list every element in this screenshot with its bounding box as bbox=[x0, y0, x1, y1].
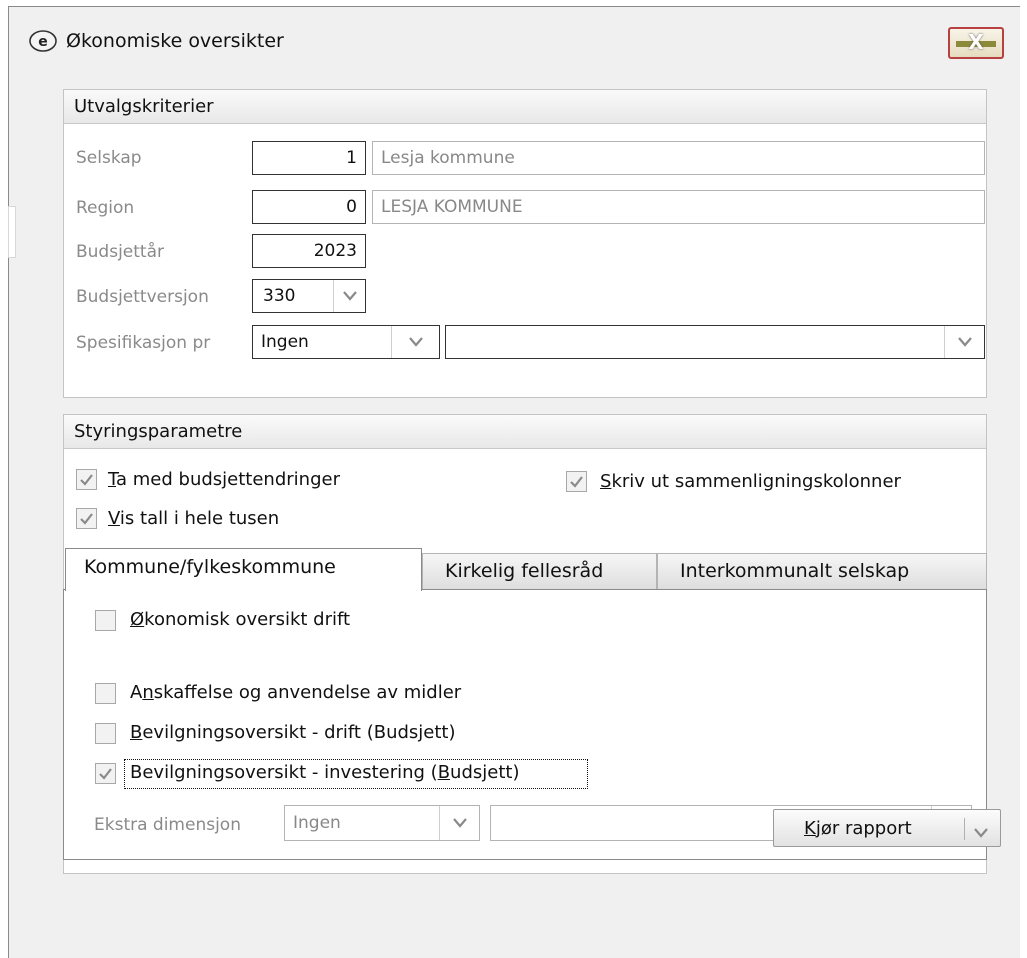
budget-version-value: 330 bbox=[263, 286, 296, 306]
selection-criteria-header: Utvalgskriterier bbox=[64, 90, 986, 124]
option-checkbox-bevilgning-drift[interactable] bbox=[95, 723, 116, 744]
run-report-label: Kjør rapport bbox=[804, 818, 912, 839]
checkmark-icon bbox=[570, 476, 583, 488]
close-button[interactable]: X bbox=[948, 27, 1004, 59]
print-comparison-columns-checkbox[interactable] bbox=[566, 471, 587, 492]
checkmark-icon bbox=[80, 474, 93, 486]
control-parameters-title: Styringsparametre bbox=[74, 421, 243, 442]
specification-value: Ingen bbox=[261, 332, 309, 352]
close-icon: X bbox=[968, 30, 984, 54]
include-budget-changes-label: Ta med budsjettendringer bbox=[108, 469, 340, 490]
budget-year-label: Budsjettår bbox=[76, 242, 165, 262]
chevron-down-icon[interactable] bbox=[944, 326, 984, 358]
tab-interkommunalt[interactable]: Interkommunalt selskap bbox=[657, 553, 987, 589]
budget-version-combo[interactable]: 330 bbox=[252, 279, 366, 313]
chevron-down-icon[interactable] bbox=[333, 280, 365, 312]
company-name-field: Lesja kommune bbox=[372, 141, 985, 175]
region-label: Region bbox=[76, 198, 135, 218]
region-code-field[interactable]: 0 bbox=[252, 190, 366, 224]
window-edge-strip bbox=[8, 206, 16, 258]
app-icon: e bbox=[28, 28, 58, 54]
extra-dimension-combo[interactable]: Ingen bbox=[284, 805, 480, 841]
option-checkbox-bevilgning-investering[interactable] bbox=[95, 763, 116, 784]
company-label: Selskap bbox=[76, 148, 142, 168]
option-label-bevilgning-drift: Bevilgningsoversikt - drift (Budsjett) bbox=[130, 722, 456, 743]
specification-label: Spesifikasjon pr bbox=[76, 333, 211, 353]
window-title: Økonomiske oversikter bbox=[66, 30, 284, 52]
region-name-field: LESJA KOMMUNE bbox=[372, 190, 985, 224]
checkmark-icon bbox=[80, 513, 93, 525]
chevron-down-icon[interactable] bbox=[439, 806, 479, 840]
show-thousands-label: Vis tall i hele tusen bbox=[108, 508, 280, 529]
company-code-field[interactable]: 1 bbox=[252, 141, 366, 175]
run-report-button[interactable]: Kjør rapport bbox=[773, 809, 1001, 847]
option-label-bevilgning-investering: Bevilgningsoversikt - investering (Budsj… bbox=[130, 762, 520, 783]
extra-dimension-label: Ekstra dimensjon bbox=[94, 815, 241, 835]
tab-kirkelig[interactable]: Kirkelig fellesråd bbox=[422, 553, 657, 589]
show-thousands-checkbox[interactable] bbox=[76, 508, 97, 529]
option-label-anskaffelse: Anskaffelse og anvendelse av midler bbox=[130, 682, 462, 703]
tab-kommune[interactable]: Kommune/fylkeskommune bbox=[65, 548, 422, 591]
print-comparison-columns-label: Skriv ut sammenligningskolonner bbox=[600, 471, 901, 492]
extra-dimension-value: Ingen bbox=[293, 813, 341, 833]
svg-text:e: e bbox=[38, 34, 48, 50]
selection-criteria-title: Utvalgskriterier bbox=[74, 96, 214, 117]
option-checkbox-okonomisk-drift[interactable] bbox=[95, 610, 116, 631]
option-label-okonomisk-drift: Økonomisk oversikt drift bbox=[130, 609, 351, 630]
include-budget-changes-checkbox[interactable] bbox=[76, 469, 97, 490]
run-report-separator bbox=[964, 818, 965, 840]
checkmark-icon bbox=[99, 768, 112, 780]
chevron-down-icon[interactable] bbox=[974, 823, 988, 843]
specification-combo[interactable]: Ingen bbox=[252, 325, 440, 359]
budget-year-field[interactable]: 2023 bbox=[252, 234, 366, 268]
option-checkbox-anskaffelse[interactable] bbox=[95, 683, 116, 704]
control-parameters-header: Styringsparametre bbox=[64, 415, 986, 449]
chevron-down-icon[interactable] bbox=[391, 326, 439, 358]
budget-version-label: Budsjettversjon bbox=[76, 287, 209, 307]
specification-secondary-combo[interactable] bbox=[445, 325, 985, 359]
